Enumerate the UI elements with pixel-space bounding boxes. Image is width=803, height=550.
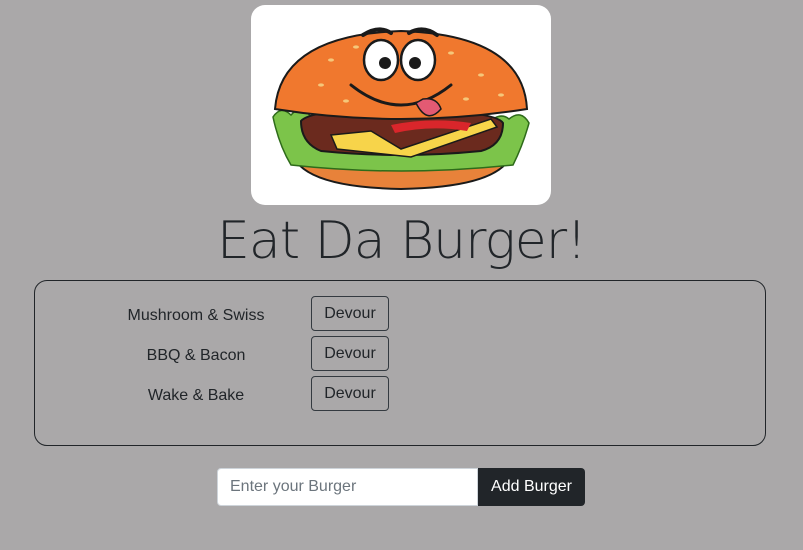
devour-button[interactable]: Devour [311, 296, 389, 331]
burger-list: Mushroom & Swiss Devour BBQ & Bacon Devo… [34, 280, 766, 446]
devour-button[interactable]: Devour [311, 336, 389, 371]
list-item: Mushroom & Swiss Devour [35, 296, 435, 332]
add-burger-form: Add Burger [217, 468, 585, 506]
devour-button[interactable]: Devour [311, 376, 389, 411]
burger-logo [251, 5, 551, 205]
burger-name: BBQ & Bacon [146, 347, 246, 364]
burger-name: Wake & Bake [147, 387, 245, 404]
list-item: BBQ & Bacon Devour [35, 336, 435, 372]
cartoon-burger-icon [272, 27, 530, 191]
add-burger-button[interactable]: Add Burger [478, 468, 585, 506]
page-title: Eat Da Burger! [217, 211, 587, 271]
burger-name-input[interactable] [217, 468, 478, 506]
burger-name: Mushroom & Swiss [127, 307, 265, 324]
list-item: Wake & Bake Devour [35, 376, 435, 412]
